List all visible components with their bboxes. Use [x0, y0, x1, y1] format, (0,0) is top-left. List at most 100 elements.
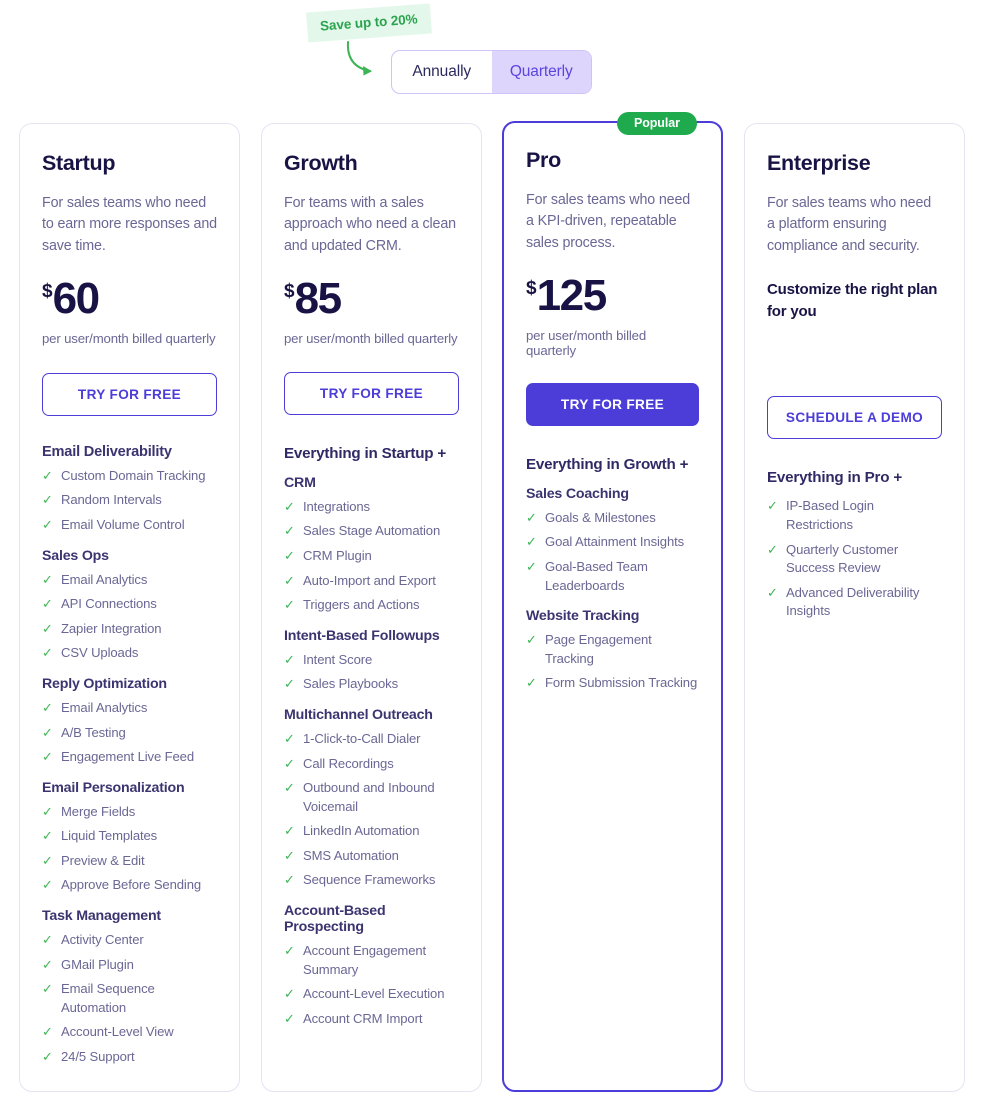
- feature-label: Activity Center: [61, 931, 144, 947]
- feature-item: ✓ Approve Before Sending: [42, 876, 217, 895]
- feature-group-heading: CRM: [284, 474, 316, 491]
- price-amount: 85: [294, 273, 343, 323]
- feature-group-heading: Sales Ops: [42, 547, 109, 564]
- feature-item: ✓ Email Volume Control: [42, 516, 217, 535]
- inherits-label: Everything in Startup +: [284, 444, 447, 462]
- feature-label: Account Engagement Summary: [303, 942, 427, 977]
- feature-list: Everything in Pro + ✓ IP-Based Login Rest…: [767, 469, 942, 620]
- check-icon: ✓: [284, 986, 295, 1002]
- feature-item: ✓ Email Analytics: [42, 571, 217, 590]
- plan-description: For sales teams who need a KPI-driven, r…: [526, 192, 691, 251]
- feature-label: Email Sequence Automation: [61, 981, 155, 1015]
- feature-label: Preview & Edit: [61, 852, 145, 868]
- feature-label: Intent Score: [303, 651, 373, 667]
- feature-item: ✓ 1-Click-to-Call Dialer: [284, 730, 459, 749]
- check-icon: ✓: [284, 651, 295, 667]
- plan-description: For teams with a sales approach who need…: [284, 195, 456, 254]
- feature-item: ✓ Custom Domain Tracking: [42, 467, 217, 486]
- feature-item: ✓ Goal Attainment Insights: [526, 533, 699, 552]
- plan-description: For sales teams who need a platform ensu…: [767, 195, 932, 254]
- check-icon: ✓: [284, 572, 295, 588]
- plan-price: $ 125: [526, 273, 699, 318]
- feature-item: ✓ Intent Score: [284, 651, 459, 670]
- pricing-cards: Startup For sales teams who need to earn…: [0, 0, 985, 1107]
- feature-item: ✓ Random Intervals: [42, 491, 217, 510]
- feature-label: Goals & Milestones: [545, 509, 656, 525]
- feature-group-heading: Email Personalization: [42, 779, 185, 796]
- currency-symbol: $: [284, 280, 295, 302]
- popular-badge: Popular: [617, 112, 697, 135]
- feature-item: ✓ API Connections: [42, 595, 217, 614]
- schedule-demo-button[interactable]: SCHEDULE A DEMO: [767, 396, 942, 440]
- check-icon: ✓: [526, 632, 537, 648]
- feature-item: ✓ Integrations: [284, 498, 459, 517]
- feature-item: ✓ Quarterly Customer Success Review: [767, 541, 942, 578]
- check-icon: ✓: [42, 803, 53, 819]
- check-icon: ✓: [284, 872, 295, 888]
- feature-label: Liquid Templates: [61, 828, 158, 844]
- feature-item: ✓ Outbound and Inbound Voicemail: [284, 779, 459, 816]
- check-icon: ✓: [284, 847, 295, 863]
- feature-label: Email Volume Control: [61, 517, 185, 533]
- plan-name: Enterprise: [767, 151, 871, 175]
- pricing-card-enterprise: Enterprise For sales teams who need a pl…: [744, 123, 965, 1092]
- feature-item: ✓ Account CRM Import: [284, 1010, 459, 1029]
- feature-group-heading: Website Tracking: [526, 608, 640, 625]
- feature-label: LinkedIn Automation: [303, 823, 420, 839]
- feature-label: CRM Plugin: [303, 548, 372, 564]
- check-icon: ✓: [526, 559, 537, 575]
- feature-item: ✓ Form Submission Tracking: [526, 674, 699, 693]
- feature-item: ✓ Email Analytics: [42, 699, 217, 718]
- feature-label: Quarterly Customer Success Review: [786, 541, 899, 576]
- check-icon: ✓: [284, 780, 295, 796]
- feature-group-heading: Reply Optimization: [42, 675, 167, 692]
- try-for-free-button[interactable]: TRY FOR FREE: [42, 372, 217, 416]
- check-icon: ✓: [42, 724, 53, 740]
- feature-item: ✓ Sales Stage Automation: [284, 522, 459, 541]
- check-icon: ✓: [42, 1048, 53, 1064]
- inherits-label: Everything in Pro +: [767, 469, 903, 487]
- feature-label: CSV Uploads: [61, 645, 139, 661]
- check-icon: ✓: [42, 1024, 53, 1040]
- price-amount: 60: [52, 273, 101, 323]
- feature-label: Account CRM Import: [303, 1010, 423, 1026]
- feature-label: Custom Domain Tracking: [61, 467, 206, 483]
- feature-group-heading: Account-Based Prospecting: [284, 902, 386, 935]
- check-icon: ✓: [42, 828, 53, 844]
- feature-item: ✓ Call Recordings: [284, 755, 459, 774]
- check-icon: ✓: [42, 699, 53, 715]
- feature-item: ✓ Account Engagement Summary: [284, 942, 459, 979]
- check-icon: ✓: [42, 852, 53, 868]
- feature-group-heading: Intent-Based Followups: [284, 627, 440, 644]
- feature-item: ✓ Liquid Templates: [42, 827, 217, 846]
- check-icon: ✓: [42, 956, 53, 972]
- feature-item: ✓ SMS Automation: [284, 847, 459, 866]
- check-icon: ✓: [284, 676, 295, 692]
- feature-group-heading: Sales Coaching: [526, 485, 629, 502]
- check-icon: ✓: [284, 498, 295, 514]
- check-icon: ✓: [284, 548, 295, 564]
- feature-group-heading: Multichannel Outreach: [284, 706, 433, 723]
- feature-list: Email Deliverability ✓ Custom Domain Trac…: [42, 444, 217, 1067]
- check-icon: ✓: [42, 571, 53, 587]
- currency-symbol: $: [42, 280, 53, 302]
- feature-label: Sequence Frameworks: [303, 872, 436, 888]
- feature-item: ✓ Merge Fields: [42, 803, 217, 822]
- plan-price: $ 60: [42, 273, 217, 323]
- try-for-free-button[interactable]: TRY FOR FREE: [284, 371, 459, 415]
- feature-label: Goal-Based Team Leaderboards: [545, 559, 648, 593]
- check-icon: ✓: [767, 498, 778, 514]
- feature-label: GMail Plugin: [61, 956, 134, 972]
- pricing-card-growth: Growth For teams with a sales approach w…: [261, 123, 482, 1092]
- plan-name: Growth: [284, 151, 358, 175]
- feature-label: Sales Playbooks: [303, 676, 399, 692]
- plan-description: For sales teams who need to earn more re…: [42, 195, 217, 254]
- feature-item: ✓ CRM Plugin: [284, 547, 459, 566]
- try-for-free-button[interactable]: TRY FOR FREE: [526, 382, 699, 426]
- feature-label: Outbound and Inbound Voicemail: [303, 780, 435, 814]
- check-icon: ✓: [42, 931, 53, 947]
- currency-symbol: $: [526, 277, 537, 299]
- feature-label: Merge Fields: [61, 803, 136, 819]
- feature-group-heading: Task Management: [42, 907, 161, 924]
- check-icon: ✓: [284, 755, 295, 771]
